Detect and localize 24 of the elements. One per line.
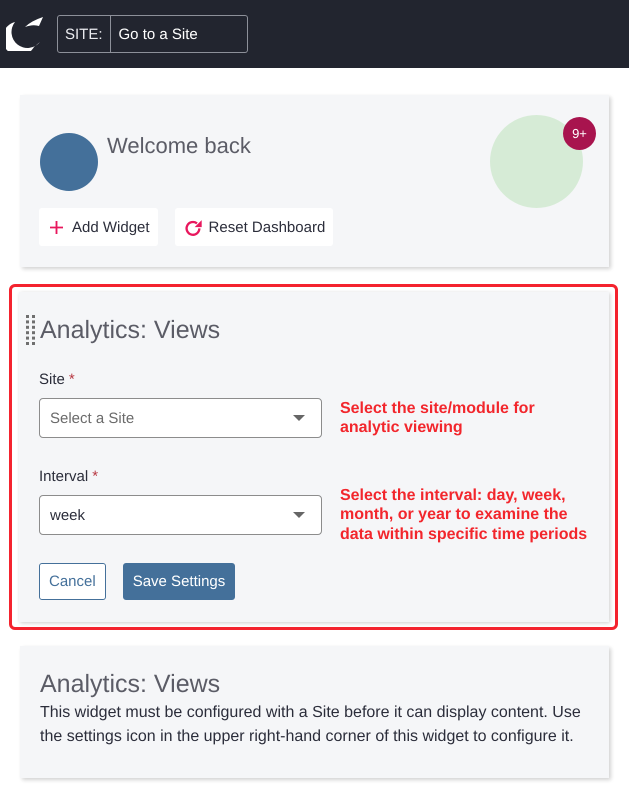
info-message: This widget must be configured with a Site before it can display content. Use the settings icon in the upper right-hand corner of this widget to configure it. [40, 703, 582, 747]
widget-title: Analytics: Views [40, 669, 222, 700]
annotation-text: Select the interval: day, week, month, or year to examine the data within specific time periods [340, 486, 588, 544]
caret-icon [292, 415, 305, 421]
drag-handle-icon[interactable] [26, 315, 35, 345]
refresh-icon [184, 218, 202, 236]
plus-icon [50, 220, 63, 234]
caret-icon [292, 512, 305, 518]
dropdown-field[interactable]: Select a Site [39, 398, 322, 438]
widget-title: Analytics: Views [40, 315, 220, 346]
welcome-heading: Welcome back [107, 133, 251, 159]
required-asterisk: * [68, 370, 75, 390]
field-label: Site [39, 370, 65, 390]
site-picker-button[interactable]: Go to a Site [110, 15, 248, 53]
cancel-button[interactable]: Cancel [39, 563, 106, 600]
site-label: SITE: [57, 15, 111, 53]
dropdown-field[interactable]: week [39, 495, 322, 535]
field-label: Interval [39, 467, 88, 487]
add-widget-button[interactable]: Add Widget [39, 208, 158, 246]
notification-badge: 9+ [563, 117, 596, 150]
save-button[interactable]: Save Settings [122, 563, 236, 600]
required-asterisk: * [92, 467, 98, 487]
annotation-text: Select the site/module for analytic viewing [340, 398, 536, 438]
reset-dashboard-button[interactable]: Reset Dashboard [174, 208, 334, 246]
